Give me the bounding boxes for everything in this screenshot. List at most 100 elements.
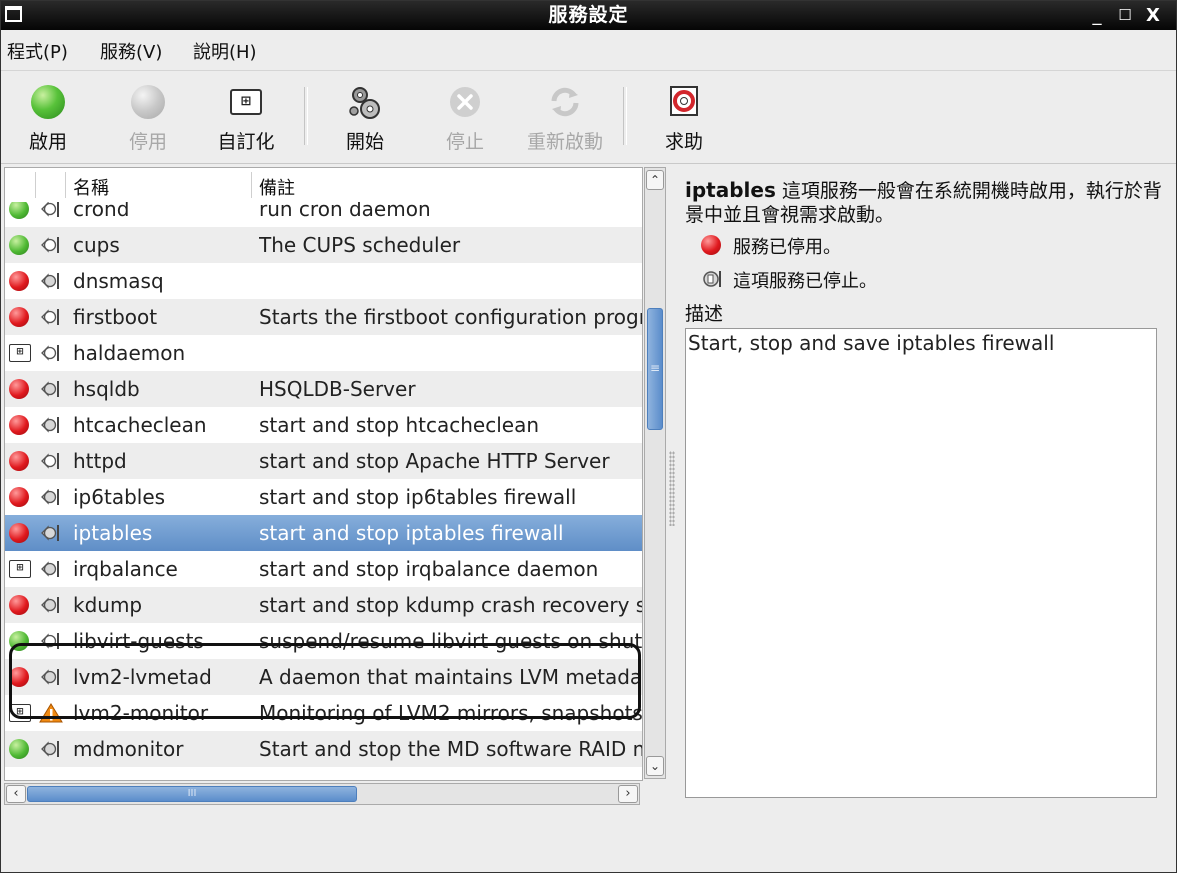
service-row-dnsmasq[interactable]: dnsmasq — [5, 263, 642, 299]
service-row-haldaemon[interactable]: ⊞ haldaemon — [5, 335, 642, 371]
service-row-hsqldb[interactable]: hsqldb HSQLDB-Server — [5, 371, 642, 407]
toolbar-separator — [304, 87, 308, 145]
service-row-htcacheclean[interactable]: htcacheclean start and stop htcacheclean — [5, 407, 642, 443]
service-row-cups[interactable]: cups The CUPS scheduler — [5, 227, 642, 263]
disabled-status-icon — [9, 667, 29, 687]
help-button[interactable]: 求助 — [634, 71, 734, 163]
menu-program[interactable]: 程式(P) — [7, 38, 68, 64]
service-description: suspend/resume libvirt guests on shutdow… — [259, 629, 643, 653]
vertical-scroll-thumb[interactable]: ≡ — [647, 308, 663, 430]
toolbar-separator — [623, 87, 627, 145]
start-button[interactable]: 開始 — [315, 71, 415, 163]
services-window: 服務設定 _ ☐ X 程式(P) 服務(V) 說明(H) 啟用 停用 ⊞ 自訂化 — [0, 0, 1177, 873]
enable-label: 啟用 — [28, 131, 67, 153]
scroll-down-button[interactable]: ⌄ — [646, 756, 664, 776]
menu-bar: 程式(P) 服務(V) 說明(H) — [1, 30, 1176, 70]
warning-icon — [39, 703, 63, 723]
enabled-status-icon — [9, 631, 29, 651]
enabled-status-icon — [9, 739, 29, 759]
disabled-status-icon — [701, 235, 721, 255]
service-row-httpd[interactable]: httpd start and stop Apache HTTP Server — [5, 443, 642, 479]
enable-button[interactable]: 啟用 — [1, 71, 98, 163]
service-name: irqbalance — [73, 557, 178, 581]
column-name-header[interactable]: 名稱 — [73, 174, 109, 200]
disabled-status-icon — [9, 271, 29, 291]
service-name: libvirt-guests — [73, 629, 204, 653]
service-description: start and stop iptables firewall — [259, 521, 564, 545]
stop-button[interactable]: 停止 — [415, 71, 515, 163]
scroll-right-button[interactable]: › — [618, 785, 638, 803]
service-row-iptables[interactable]: iptables start and stop iptables firewall — [5, 515, 642, 551]
service-row-lvm2-lvmetad[interactable]: lvm2-lvmetad A daemon that maintains LVM … — [5, 659, 642, 695]
enabled-status-icon — [9, 199, 29, 219]
service-name: lvm2-lvmetad — [73, 665, 212, 689]
plug-stopped-icon — [39, 595, 63, 615]
header-separator — [251, 172, 252, 198]
service-name: haldaemon — [73, 341, 186, 365]
service-name: hsqldb — [73, 377, 140, 401]
service-name: mdmonitor — [73, 737, 184, 761]
disabled-status-icon — [9, 451, 29, 471]
minimize-button[interactable]: _ — [1085, 1, 1109, 30]
start-label: 開始 — [345, 131, 384, 153]
disabled-status-icon — [9, 523, 29, 543]
service-name: httpd — [73, 449, 127, 473]
menu-service[interactable]: 服務(V) — [100, 38, 162, 64]
service-rows: crond run cron daemon cups The CUPS schedul… — [5, 191, 642, 767]
list-header: 名稱 備註 — [5, 168, 642, 202]
lifebuoy-icon — [670, 86, 698, 116]
horizontal-scroll-thumb[interactable]: III — [27, 786, 357, 802]
service-row-irqbalance[interactable]: ⊞ irqbalance start and stop irqbalance dae… — [5, 551, 642, 587]
description-label: 描述 — [685, 303, 724, 325]
service-name: cups — [73, 233, 120, 257]
plug-stopped-icon — [39, 559, 63, 579]
service-row-lvm2-monitor[interactable]: ⊞ lvm2-monitor Monitoring of LVM2 mirrors,… — [5, 695, 642, 731]
custom-status-icon: ⊞ — [9, 343, 31, 363]
plug-icon — [703, 271, 721, 287]
service-description: A daemon that maintains LVM metadata — [259, 665, 643, 689]
vertical-scrollbar[interactable]: ⌃ ≡ ⌄ — [644, 167, 666, 779]
title-bar: 服務設定 _ ☐ X — [1, 1, 1176, 30]
service-row-kdump[interactable]: kdump start and stop kdump crash recovery… — [5, 587, 642, 623]
service-list[interactable]: crond run cron daemon cups The CUPS schedul… — [4, 167, 643, 781]
service-row-firstboot[interactable]: firstboot Starts the firstboot configurat… — [5, 299, 642, 335]
service-description: start and stop htcacheclean — [259, 413, 540, 437]
selected-service-name: iptables — [685, 178, 776, 202]
service-description: The CUPS scheduler — [259, 233, 461, 257]
pane-splitter[interactable] — [669, 451, 675, 526]
service-description: start and stop kdump crash recovery serv… — [259, 593, 642, 617]
running-status-text: 這項服務已停止。 — [733, 271, 877, 292]
disabled-status-icon — [9, 487, 29, 507]
help-label: 求助 — [664, 131, 703, 153]
maximize-button[interactable]: ☐ — [1113, 1, 1137, 30]
scroll-left-button[interactable]: ‹ — [6, 785, 26, 803]
horizontal-scrollbar[interactable]: ‹ III › — [4, 783, 640, 805]
scroll-up-button[interactable]: ⌃ — [646, 170, 664, 190]
service-name: iptables — [73, 521, 153, 545]
enable-icon — [31, 85, 65, 119]
service-row-mdmonitor[interactable]: mdmonitor Start and stop the MD software … — [5, 731, 642, 767]
close-button[interactable]: X — [1141, 1, 1165, 30]
stop-label: 停止 — [445, 131, 484, 153]
menu-help[interactable]: 說明(H) — [193, 38, 257, 64]
description-box[interactable]: Start, stop and save iptables firewall — [685, 328, 1157, 798]
disable-icon — [131, 85, 165, 119]
enabled-status-icon — [9, 235, 29, 255]
plug-stopped-icon — [39, 415, 63, 435]
plug-stopped-icon — [39, 271, 63, 291]
plug-stopped-icon — [39, 739, 63, 759]
service-description: start and stop Apache HTTP Server — [259, 449, 610, 473]
customize-icon: ⊞ — [230, 89, 262, 115]
plug-running-icon — [39, 631, 63, 651]
service-description: Start and stop the MD software RAID moni… — [259, 737, 642, 761]
service-name: firstboot — [73, 305, 158, 329]
customize-button[interactable]: ⊞ 自訂化 — [196, 71, 296, 163]
service-name: dnsmasq — [73, 269, 164, 293]
column-note-header[interactable]: 備註 — [259, 174, 295, 200]
plug-stopped-icon — [39, 523, 63, 543]
service-row-ip6tables[interactable]: ip6tables start and stop ip6tables firewa… — [5, 479, 642, 515]
restart-button[interactable]: 重新啟動 — [515, 71, 615, 163]
service-row-libvirt-guests[interactable]: libvirt-guests suspend/resume libvirt gue… — [5, 623, 642, 659]
restart-label: 重新啟動 — [526, 131, 603, 153]
disable-button[interactable]: 停用 — [98, 71, 198, 163]
